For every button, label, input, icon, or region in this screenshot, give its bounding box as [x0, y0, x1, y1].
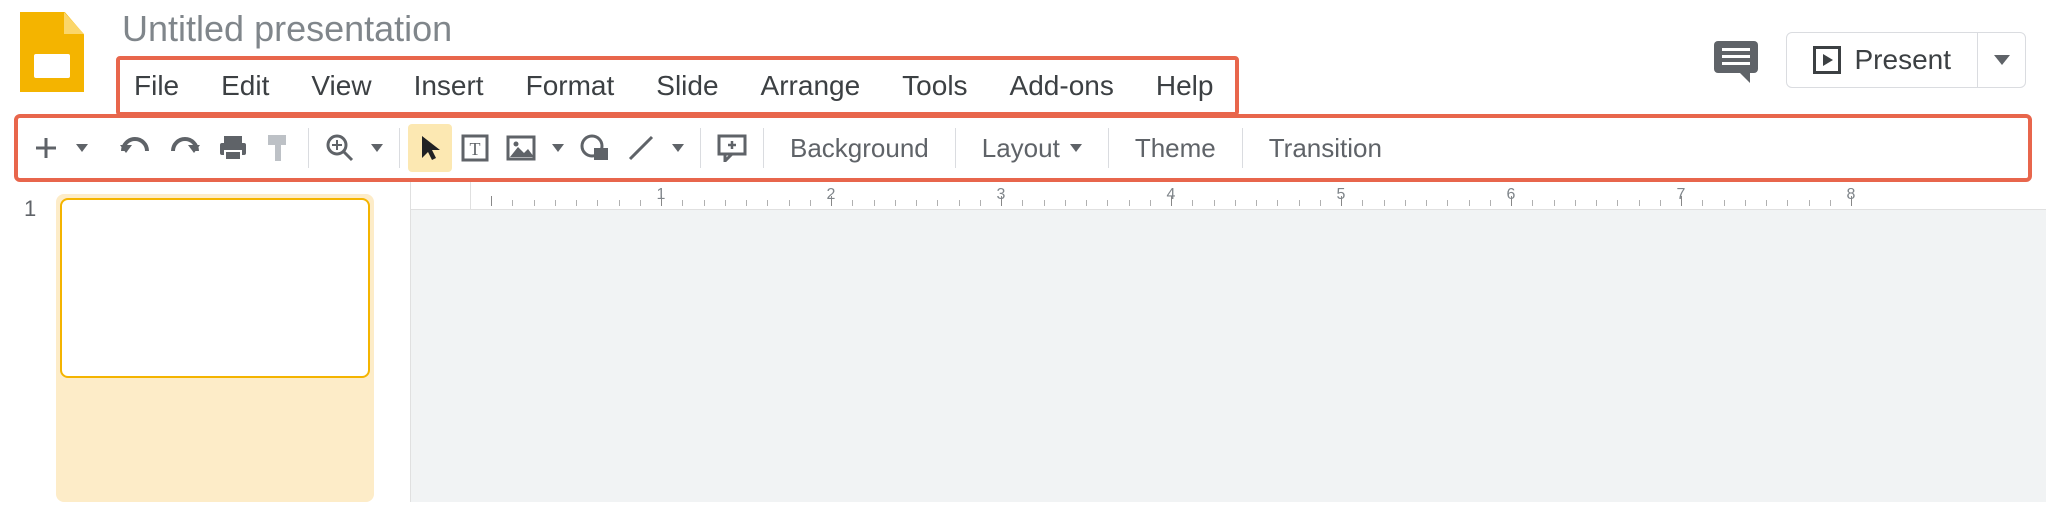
chevron-down-icon [672, 144, 684, 152]
ruler-label: 5 [1337, 186, 1346, 204]
chevron-down-icon [1994, 55, 2010, 65]
separator [308, 128, 309, 168]
background-button[interactable]: Background [772, 124, 947, 172]
present-button-group: Present [1786, 32, 2027, 88]
theme-button[interactable]: Theme [1117, 124, 1234, 172]
redo-button[interactable] [160, 124, 210, 172]
present-button[interactable]: Present [1787, 33, 1978, 87]
chevron-down-icon [76, 144, 88, 152]
menu-view[interactable]: View [305, 64, 377, 108]
new-slide-dropdown[interactable] [68, 124, 96, 172]
zoom-button[interactable] [317, 124, 363, 172]
separator [763, 128, 764, 168]
menu-help[interactable]: Help [1150, 64, 1220, 108]
ruler-label: 2 [827, 186, 836, 204]
svg-text:T: T [470, 139, 481, 159]
line-tool[interactable] [618, 124, 664, 172]
ruler-label: 8 [1847, 186, 1856, 204]
transition-label: Transition [1269, 133, 1382, 164]
canvas-area[interactable]: 1 2 3 4 5 6 7 8 [410, 182, 2046, 502]
separator [955, 128, 956, 168]
select-tool[interactable] [408, 124, 452, 172]
image-tool[interactable] [498, 124, 544, 172]
layout-button[interactable]: Layout [964, 124, 1100, 172]
slide-panel: 1 [0, 182, 410, 502]
present-dropdown[interactable] [1977, 33, 2025, 87]
menu-file[interactable]: File [128, 64, 185, 108]
layout-label: Layout [982, 133, 1060, 164]
toolbar-highlight: T Background Layout Theme Transition [14, 114, 2032, 182]
line-dropdown[interactable] [664, 124, 692, 172]
ruler-label: 4 [1167, 186, 1176, 204]
chevron-down-icon [371, 144, 383, 152]
separator [399, 128, 400, 168]
chevron-down-icon [1070, 144, 1082, 152]
slide-thumbnail-1[interactable] [60, 198, 370, 378]
chevron-down-icon [552, 144, 564, 152]
ruler-label: 7 [1677, 186, 1686, 204]
separator [1108, 128, 1109, 168]
textbox-tool[interactable]: T [452, 124, 498, 172]
present-label: Present [1855, 44, 1952, 76]
new-slide-button[interactable] [24, 124, 68, 172]
transition-button[interactable]: Transition [1251, 124, 1400, 172]
menu-insert[interactable]: Insert [408, 64, 490, 108]
menu-tools[interactable]: Tools [896, 64, 973, 108]
zoom-dropdown[interactable] [363, 124, 391, 172]
separator [1242, 128, 1243, 168]
ruler-label: 1 [657, 186, 666, 204]
separator [700, 128, 701, 168]
menu-edit[interactable]: Edit [215, 64, 275, 108]
menu-format[interactable]: Format [520, 64, 621, 108]
menubar: File Edit View Insert Format Slide Arran… [128, 64, 1219, 108]
theme-label: Theme [1135, 133, 1216, 164]
horizontal-ruler: 1 2 3 4 5 6 7 8 [471, 182, 2046, 210]
undo-button[interactable] [110, 124, 160, 172]
menubar-highlight: File Edit View Insert Format Slide Arran… [116, 56, 1239, 116]
image-dropdown[interactable] [544, 124, 572, 172]
paint-format-button[interactable] [256, 124, 300, 172]
ruler-corner [411, 182, 471, 210]
slide-thumbnail-selection [56, 194, 374, 502]
comments-icon[interactable] [1714, 41, 1758, 79]
ruler-label: 3 [997, 186, 1006, 204]
menu-addons[interactable]: Add-ons [1004, 64, 1120, 108]
menu-slide[interactable]: Slide [650, 64, 724, 108]
document-title[interactable]: Untitled presentation [116, 8, 1714, 50]
print-button[interactable] [210, 124, 256, 172]
background-label: Background [790, 133, 929, 164]
menu-arrange[interactable]: Arrange [755, 64, 867, 108]
play-icon [1813, 46, 1841, 74]
shape-tool[interactable] [572, 124, 618, 172]
slides-logo[interactable] [20, 12, 84, 92]
comment-button[interactable] [709, 124, 755, 172]
slide-number: 1 [24, 194, 44, 502]
ruler-label: 6 [1507, 186, 1516, 204]
